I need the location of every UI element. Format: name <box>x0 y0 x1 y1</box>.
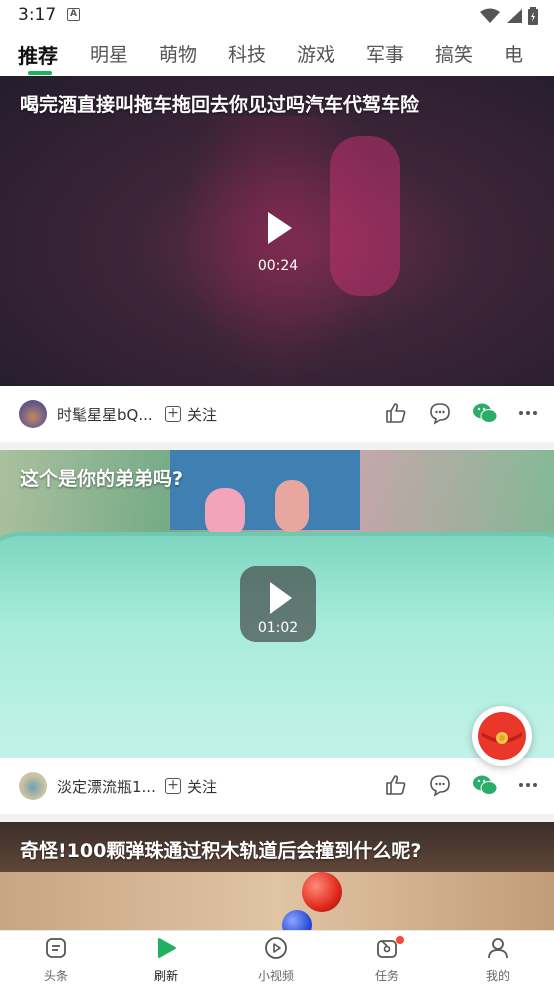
bottom-navigation: 头条 刷新 小视频 任务 我的 <box>0 930 554 985</box>
more-icon[interactable] <box>518 401 538 425</box>
headline-icon <box>46 938 66 958</box>
author-name-2[interactable]: 淡定漂流瓶1... <box>57 776 156 797</box>
thumbnail-track <box>0 872 554 930</box>
play-button-1[interactable]: 00:24 <box>240 204 316 280</box>
tab-funny[interactable]: 搞笑 <box>435 40 473 67</box>
category-tabs: 推荐 明星 萌物 科技 游戏 军事 搞笑 电 <box>0 30 554 76</box>
follow-label: 关注 <box>187 777 218 796</box>
more-icon[interactable] <box>518 773 538 797</box>
nav-label: 刷新 <box>153 969 178 983</box>
comment-icon[interactable] <box>428 773 452 797</box>
task-badge-dot <box>396 936 404 944</box>
video-duration-1: 00:24 <box>257 258 299 274</box>
red-envelope-icon <box>478 712 526 760</box>
follow-button-1[interactable]: + 关注 <box>165 403 217 425</box>
profile-icon <box>488 938 508 959</box>
card-divider <box>0 814 554 822</box>
thumbnail-toy-pink <box>205 488 245 538</box>
avatar[interactable] <box>19 772 47 800</box>
wechat-share-icon[interactable] <box>472 401 498 425</box>
tab-more-cut[interactable]: 电 <box>504 40 523 67</box>
status-bar: 3:17 A <box>0 0 554 30</box>
video-title-2: 这个是你的弟弟吗? <box>20 468 184 490</box>
video-card-3[interactable]: 奇怪!100颗弹珠通过积木轨道后会撞到什么呢? <box>0 822 554 930</box>
tab-recommend[interactable]: 推荐 <box>18 40 58 69</box>
avatar[interactable] <box>19 400 47 428</box>
nav-profile[interactable]: 我的 <box>458 936 538 984</box>
nav-task[interactable]: 任务 <box>347 936 427 984</box>
video-title-3: 奇怪!100颗弹珠通过积木轨道后会撞到什么呢? <box>20 840 422 862</box>
red-packet-button[interactable] <box>472 706 532 766</box>
nav-label: 小视频 <box>257 969 294 983</box>
tab-military[interactable]: 军事 <box>366 40 404 67</box>
video-card-2[interactable]: 这个是你的弟弟吗? 01:02 <box>0 450 554 760</box>
status-time: 3:17 <box>18 5 57 25</box>
like-icon[interactable] <box>384 401 408 425</box>
card-meta-row-1: 时髦星星bQ... + 关注 <box>0 386 554 442</box>
thumbnail-figure <box>330 136 400 296</box>
follow-label: 关注 <box>187 405 218 424</box>
play-button-2[interactable]: 01:02 <box>240 566 316 642</box>
wechat-share-icon[interactable] <box>472 773 498 797</box>
signal-icon <box>507 9 522 23</box>
card-meta-row-2: 淡定漂流瓶1... + 关注 <box>0 758 554 814</box>
tab-games[interactable]: 游戏 <box>297 40 335 67</box>
play-icon <box>270 582 292 614</box>
nav-label: 我的 <box>485 969 510 983</box>
video-duration-2: 01:02 <box>257 620 299 636</box>
wifi-icon <box>480 8 500 23</box>
thumbnail-red-marble <box>302 872 342 912</box>
nav-headline[interactable]: 头条 <box>16 936 96 984</box>
card-divider <box>0 442 554 450</box>
small-video-icon <box>265 937 287 959</box>
author-name-1[interactable]: 时髦星星bQ... <box>57 404 153 425</box>
video-card-1[interactable]: 喝完酒直接叫拖车拖回去你见过吗汽车代驾车险 00:24 <box>0 76 554 386</box>
plus-icon: + <box>165 778 181 794</box>
play-icon <box>268 212 292 244</box>
nav-label: 任务 <box>374 969 399 983</box>
follow-button-2[interactable]: + 关注 <box>165 775 217 797</box>
nav-label: 头条 <box>43 969 68 983</box>
refresh-play-icon <box>158 938 176 958</box>
accessibility-a-icon: A <box>67 8 80 21</box>
tab-tech[interactable]: 科技 <box>228 40 266 67</box>
active-tab-indicator <box>28 71 52 75</box>
like-icon[interactable] <box>384 773 408 797</box>
nav-small-video[interactable]: 小视频 <box>236 936 316 984</box>
plus-icon: + <box>165 406 181 422</box>
tab-stars[interactable]: 明星 <box>90 40 128 67</box>
video-title-1: 喝完酒直接叫拖车拖回去你见过吗汽车代驾车险 <box>20 94 420 116</box>
comment-icon[interactable] <box>428 401 452 425</box>
battery-icon <box>528 7 538 25</box>
tab-pets[interactable]: 萌物 <box>159 40 197 67</box>
nav-refresh[interactable]: 刷新 <box>126 936 206 984</box>
